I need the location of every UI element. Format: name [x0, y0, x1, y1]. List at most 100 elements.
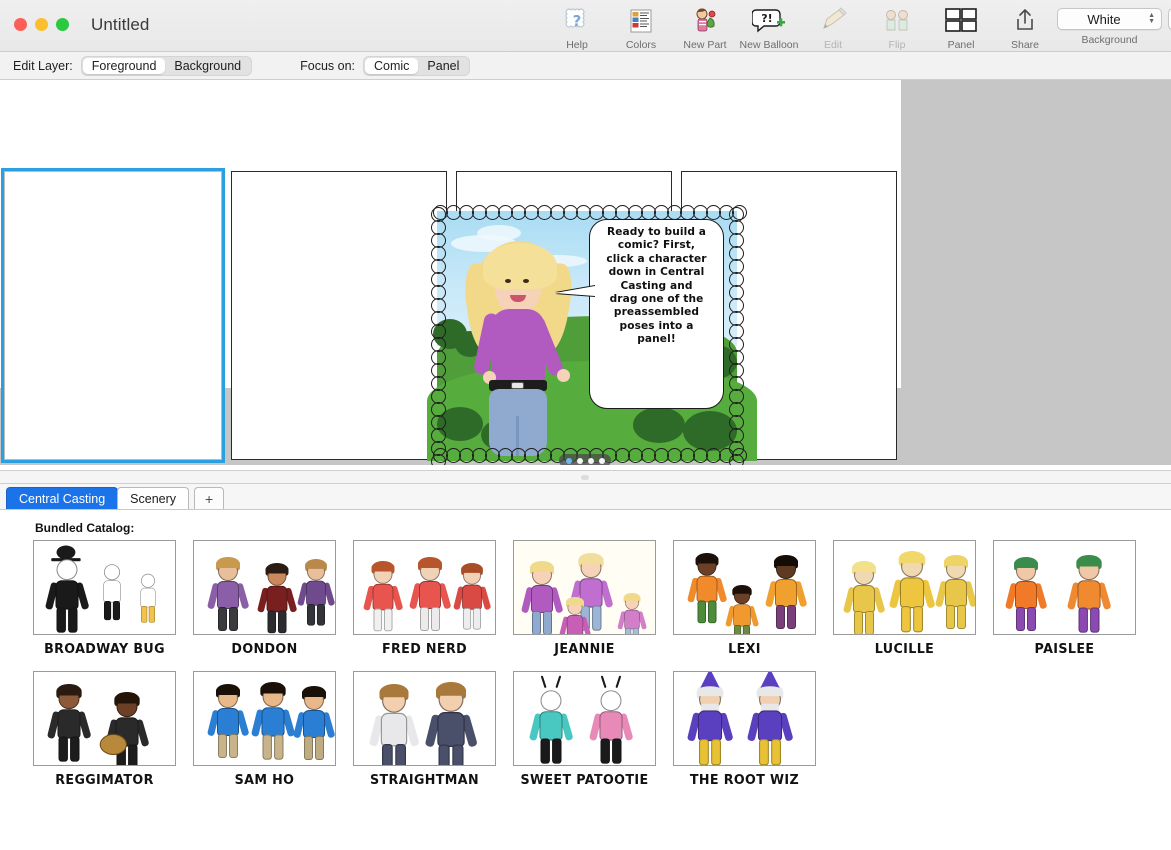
character-cell[interactable]: SWEET PATOOTIE	[513, 671, 656, 788]
leg-right	[543, 611, 552, 634]
torso	[261, 707, 285, 737]
character-cell[interactable]: STRAIGHTMAN	[353, 671, 496, 788]
leg-right	[576, 635, 583, 636]
page-dot[interactable]	[587, 457, 594, 464]
torso	[697, 710, 723, 742]
character-cell[interactable]: BROADWAY BUG	[33, 540, 176, 657]
character-thumbnail[interactable]	[353, 540, 496, 635]
hair-front	[461, 564, 483, 573]
toolbar-button-colors[interactable]: Colors	[609, 2, 673, 51]
page-dot[interactable]	[576, 457, 583, 464]
character-cell[interactable]: JEANNIE	[513, 540, 656, 657]
leg-right	[632, 628, 639, 634]
antenna-right	[615, 675, 622, 689]
comic-artwork[interactable]: Ready to build a comic? First, click a c…	[427, 205, 757, 465]
comic-panel-2[interactable]	[231, 171, 447, 460]
leg-right	[229, 607, 238, 631]
edit-layer-option-foreground[interactable]: Foreground	[82, 57, 166, 74]
leg-left	[438, 744, 450, 765]
balloon-line: down in Central	[597, 266, 716, 279]
splitter-handle[interactable]	[581, 475, 589, 480]
torso	[733, 604, 751, 627]
focus-on-label: Focus on:	[300, 58, 355, 73]
leg-left	[1078, 607, 1088, 633]
page-dot[interactable]	[565, 457, 572, 464]
pane-splitter[interactable]	[0, 470, 1171, 484]
head	[540, 690, 562, 712]
character-thumbnail[interactable]	[673, 671, 816, 766]
character-pose	[559, 597, 592, 636]
leg-right	[395, 744, 406, 765]
character-pose	[46, 684, 92, 764]
colors-icon	[627, 6, 655, 36]
character-cell[interactable]: REGGIMATOR	[33, 671, 176, 788]
leg-left	[697, 600, 707, 624]
toolbar-button-help[interactable]: ? Help	[545, 2, 609, 51]
background-value: White	[1087, 11, 1121, 27]
balloon-line: comic? First,	[617, 239, 696, 252]
character-cell[interactable]: FRED NERD	[353, 540, 496, 657]
leg-left	[625, 628, 632, 634]
leg-right	[742, 625, 750, 634]
character-thumbnail[interactable]	[993, 540, 1136, 635]
character-thumbnail[interactable]	[33, 671, 176, 766]
focus-on-option-panel[interactable]: Panel	[418, 58, 468, 74]
hair-front	[566, 598, 584, 606]
torso	[57, 709, 81, 739]
cloud-icon	[477, 225, 521, 241]
character-cell[interactable]: THE ROOT WIZ	[673, 671, 816, 788]
comic-canvas[interactable]: Ready to build a comic? First, click a c…	[0, 80, 1171, 465]
background-select[interactable]: White ▲ ▼	[1057, 8, 1162, 30]
toolbar-button-new-balloon[interactable]: ?! New Balloon	[737, 2, 801, 51]
comic-panel-1[interactable]	[1, 168, 225, 463]
character-thumbnail[interactable]	[513, 671, 656, 766]
character-cell[interactable]: DONDON	[193, 540, 336, 657]
toolbar-label: Help	[566, 39, 588, 51]
background-control: White ▲ ▼ Background	[1057, 2, 1162, 46]
character-cell[interactable]: LUCILLE	[833, 540, 976, 657]
leg-left	[141, 606, 148, 623]
leg-left	[56, 607, 66, 633]
leg-left	[262, 734, 272, 760]
toolbar-button-share[interactable]: Share	[993, 2, 1057, 51]
leg-left	[776, 605, 785, 629]
toolbar-button-new-part[interactable]: New Part	[673, 2, 737, 51]
character-pose	[99, 692, 150, 765]
character-thumbnail[interactable]	[33, 540, 176, 635]
character-thumbnail[interactable]	[673, 540, 816, 635]
close-button[interactable]	[14, 18, 27, 31]
character-thumbnail[interactable]	[353, 671, 496, 766]
torso	[266, 585, 288, 613]
character-thumbnail[interactable]	[193, 671, 336, 766]
character-thumbnail[interactable]	[513, 540, 656, 635]
toolbar-button-panel[interactable]: Panel	[929, 2, 993, 51]
add-tab-button[interactable]: +	[194, 487, 225, 509]
edit-layer-option-background[interactable]: Background	[165, 58, 250, 74]
guitar	[99, 734, 127, 755]
zoom-button[interactable]	[56, 18, 69, 31]
character-cell[interactable]: PAISLEE	[993, 540, 1136, 657]
page-dot[interactable]	[598, 457, 605, 464]
page-indicator[interactable]	[559, 454, 611, 465]
leg-right	[865, 611, 874, 634]
toolbar-label: Share	[1010, 39, 1040, 51]
tab-central-casting[interactable]: Central Casting	[6, 487, 119, 509]
leg-left	[58, 736, 68, 762]
tab-scenery[interactable]: Scenery	[117, 487, 190, 509]
new-balloon-icon: ?!	[752, 6, 786, 36]
character-jeannie[interactable]	[460, 241, 595, 456]
speech-balloon[interactable]: Ready to build a comic? First, click a c…	[589, 219, 724, 409]
minimize-button[interactable]	[35, 18, 48, 31]
hair-front	[418, 559, 442, 568]
character-thumbnail[interactable]	[193, 540, 336, 635]
torso	[306, 580, 326, 606]
character-cell[interactable]: LEXI	[673, 540, 816, 657]
character-thumbnail[interactable]	[833, 540, 976, 635]
character-pose	[44, 545, 90, 634]
torso	[437, 712, 465, 747]
focus-on-option-comic[interactable]: Comic	[365, 57, 419, 74]
character-pose	[1066, 555, 1112, 634]
character-cell[interactable]: SAM HO	[193, 671, 336, 788]
character-pose	[257, 563, 298, 634]
chevron-updown-icon: ▲ ▼	[1148, 12, 1155, 25]
